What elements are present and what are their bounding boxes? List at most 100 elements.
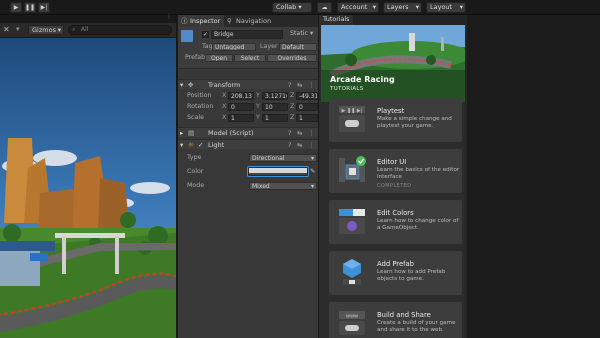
scale-y-field[interactable]: 1 — [262, 114, 288, 122]
chevron-down-icon: ▾ — [372, 3, 376, 11]
preset-icon[interactable]: ⇆ — [297, 80, 302, 90]
completed-badge: COMPLETED — [377, 183, 412, 189]
rotation-x-field[interactable]: 0 — [228, 103, 254, 111]
help-icon[interactable]: ? — [288, 128, 291, 138]
gameobject-header: ✓ Bridge Static ▾ Tag Untagged Layer Def… — [178, 27, 318, 69]
shading-icon[interactable]: ▾ — [16, 25, 20, 33]
light-mode-dropdown[interactable]: Mixed ▾ — [249, 182, 317, 190]
card-desc: Learn the basics of the editor interface — [377, 167, 460, 180]
cloud-icon[interactable]: ☁ — [317, 2, 332, 13]
prefab-select-button[interactable]: Select — [234, 54, 266, 62]
add-prefab-icon — [337, 257, 367, 287]
scene-viewport[interactable] — [0, 38, 176, 338]
build-share-icon: www — [337, 308, 367, 338]
collab-button[interactable]: Collab ▾ — [272, 2, 312, 13]
object-name-field[interactable]: Bridge — [211, 30, 283, 39]
position-y-field[interactable]: 3.12716 — [262, 92, 288, 100]
layer-dropdown[interactable]: Default — [279, 43, 317, 51]
layers-button[interactable]: Layers ▾ — [383, 2, 422, 13]
prefab-open-button[interactable]: Open — [205, 54, 233, 62]
chevron-down-icon: ▾ — [298, 3, 302, 11]
prefab-label: Prefab — [185, 54, 206, 61]
tutorial-card-build-and-share[interactable]: www Build and Share Create a build of yo… — [329, 302, 462, 338]
pause-icon[interactable]: ❚❚ — [24, 2, 36, 13]
expand-arrow-icon: ▸ — [180, 129, 184, 137]
chevron-down-icon: ▾ — [310, 183, 314, 190]
inspector-icon: ⓘ — [181, 17, 188, 25]
position-x-field[interactable]: 208.13 — [228, 92, 254, 100]
chevron-down-icon: ▾ — [415, 3, 419, 11]
light-label: Light — [208, 141, 225, 149]
navigation-icon: ⚲ — [227, 17, 232, 25]
tutorial-card-add-prefab[interactable]: Add Prefab Learn how to add Prefab objec… — [329, 251, 462, 295]
light-type-dropdown[interactable]: Directional ▾ — [249, 154, 317, 162]
more-icon[interactable]: ⋮ — [308, 140, 315, 150]
hero-title: Arcade Racing — [330, 75, 395, 84]
chevron-down-icon: ▾ — [310, 155, 314, 162]
scale-z-field[interactable]: 1 — [296, 114, 318, 122]
tab-inspector[interactable]: ⓘ Inspector — [178, 15, 224, 27]
card-desc: Learn how to add Prefab objects to game. — [377, 269, 446, 282]
tutorial-card-playtest[interactable]: ▶ ❚❚ ▶| Playtest Make a simple change an… — [329, 98, 462, 142]
z-axis-label: Z — [290, 103, 295, 110]
tutorial-card-editor-ui[interactable]: Editor UI Learn the basics of the editor… — [329, 149, 462, 193]
color-field[interactable] — [247, 166, 309, 177]
step-icon[interactable]: ▶| — [38, 2, 50, 13]
light-header[interactable]: ▾ ☼ ✓ Light ? ⇆ ⋮ — [178, 139, 318, 149]
gizmos-dropdown[interactable]: Gizmos ▾ — [28, 25, 64, 35]
cube-icon — [181, 30, 193, 42]
scene-search-input[interactable]: ⌕ All — [68, 25, 172, 35]
rotation-z-field[interactable]: 0 — [296, 103, 318, 111]
light-enabled-checkbox[interactable]: ✓ — [198, 140, 203, 150]
layer-label: Layer — [260, 43, 278, 50]
position-label: Position — [187, 92, 212, 99]
tutorial-card-edit-colors[interactable]: Edit Colors Learn how to change color of… — [329, 200, 462, 244]
rotation-y-field[interactable]: 10 — [262, 103, 288, 111]
layout-label: Layout — [430, 3, 453, 11]
preset-icon[interactable]: ⇆ — [297, 128, 302, 138]
light-type-value: Directional — [252, 155, 285, 162]
expand-arrow-icon: ▾ — [180, 141, 184, 149]
x-axis-label: X — [222, 92, 227, 99]
account-button[interactable]: Account ▾ — [337, 2, 379, 13]
more-icon[interactable]: ⋮ — [166, 13, 172, 20]
scale-x-field[interactable]: 1 — [228, 114, 254, 122]
transform-header[interactable]: ▾ ✥ Transform ? ⇆ ⋮ — [178, 79, 318, 89]
y-axis-label: Y — [256, 114, 260, 121]
preset-icon[interactable]: ⇆ — [297, 140, 302, 150]
active-checkbox[interactable]: ✓ — [202, 31, 209, 38]
card-title: Edit Colors — [377, 209, 414, 217]
card-desc: Create a build of your game and share it… — [377, 320, 456, 333]
help-icon[interactable]: ? — [288, 80, 291, 90]
transform-icon: ✥ — [188, 81, 194, 89]
card-title: Build and Share — [377, 311, 431, 319]
tab-tutorials[interactable]: Tutorials — [319, 15, 353, 25]
scene-render — [0, 38, 176, 338]
tutorials-panel: Tutorials Arcade Racing TUTORIALS ▶ ❚❚ ▶… — [318, 15, 467, 338]
tag-dropdown[interactable]: Untagged — [212, 43, 256, 51]
eyedropper-icon[interactable]: ✎ — [310, 167, 315, 177]
prefab-overrides-button[interactable]: Overrides — [267, 54, 317, 62]
x-axis-label: X — [222, 103, 227, 110]
svg-text:▶ ❚❚ ▶|: ▶ ❚❚ ▶| — [342, 108, 363, 114]
layout-button[interactable]: Layout ▾ — [426, 2, 466, 13]
play-icon[interactable]: ▶ — [10, 2, 22, 13]
position-z-field[interactable]: -49.31 — [296, 92, 318, 100]
static-toggle[interactable]: Static ▾ — [290, 30, 313, 37]
empty-workspace — [467, 15, 600, 338]
scale-label: Scale — [187, 114, 204, 121]
rotation-label: Rotation — [187, 103, 214, 110]
card-title: Playtest — [377, 107, 405, 115]
tab-navigation-label: Navigation — [236, 17, 272, 25]
z-axis-label: Z — [290, 114, 295, 121]
tab-navigation[interactable]: ⚲ Navigation — [224, 15, 282, 27]
svg-text:www: www — [346, 314, 358, 320]
more-icon[interactable]: ⋮ — [308, 128, 315, 138]
tools-icon[interactable]: ✕ — [3, 25, 10, 34]
inspector-panel: ⓘ Inspector ⚲ Navigation ✓ Bridge Static… — [177, 15, 318, 338]
more-icon[interactable]: ⋮ — [308, 80, 315, 90]
card-title: Editor UI — [377, 158, 407, 166]
help-icon[interactable]: ? — [288, 140, 291, 150]
model-script-header[interactable]: ▸ ▤ Model (Script) ? ⇆ ⋮ — [178, 127, 318, 137]
y-axis-label: Y — [256, 103, 260, 110]
